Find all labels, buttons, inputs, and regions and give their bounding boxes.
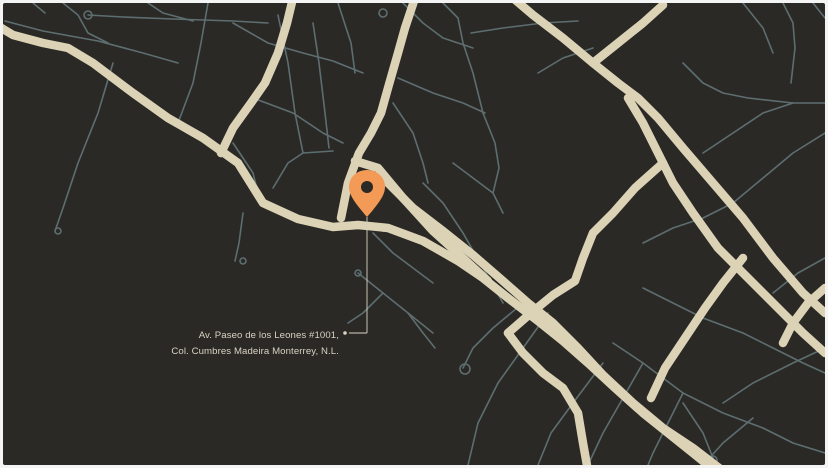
minor-road: [312, 22, 330, 149]
location-pin-icon[interactable]: [349, 170, 385, 217]
minor-road: [234, 212, 244, 262]
road-network: [3, 3, 825, 465]
minor-road: [452, 162, 504, 214]
map-frame: Av. Paseo de los Leones #1001, Col. Cumb…: [0, 0, 828, 468]
leader-dot: [343, 331, 347, 335]
major-road: [512, 3, 825, 318]
major-road: [216, 3, 297, 158]
major-road: [588, 3, 668, 68]
minor-road: [357, 272, 434, 334]
minor-road: [812, 3, 825, 19]
minor-road: [32, 3, 46, 14]
minor-road: [482, 112, 500, 194]
minor-road: [397, 77, 486, 114]
major-road: [3, 24, 715, 465]
minor-road: [782, 3, 796, 84]
minor-road: [722, 347, 825, 404]
minor-road: [742, 3, 774, 54]
minor-road: [252, 97, 344, 144]
major-road: [378, 173, 723, 465]
major-roads: [3, 3, 825, 465]
minor-road: [587, 362, 644, 465]
map-canvas[interactable]: Av. Paseo de los Leones #1001, Col. Cumb…: [3, 3, 825, 465]
minor-road: [762, 427, 825, 454]
minor-road: [682, 62, 825, 104]
minor-road: [62, 3, 109, 44]
minor-road: [732, 132, 825, 204]
major-road: [503, 158, 668, 338]
address-line-2: Col. Cumbres Madeira Monterrey, N.L.: [171, 346, 339, 357]
minor-road: [470, 20, 579, 34]
minor-road: [612, 342, 764, 429]
roundabout: [378, 8, 388, 18]
minor-road: [702, 102, 794, 154]
address-line-1: Av. Paseo de los Leones #1001,: [198, 330, 339, 341]
minor-road: [392, 102, 429, 184]
minor-road: [272, 150, 334, 189]
minor-road: [442, 3, 484, 114]
roundabout: [239, 257, 247, 265]
minor-road: [347, 292, 384, 324]
minor-road: [232, 22, 364, 74]
minor-road: [337, 3, 356, 74]
roundabout: [54, 227, 62, 235]
minor-road: [54, 62, 114, 232]
